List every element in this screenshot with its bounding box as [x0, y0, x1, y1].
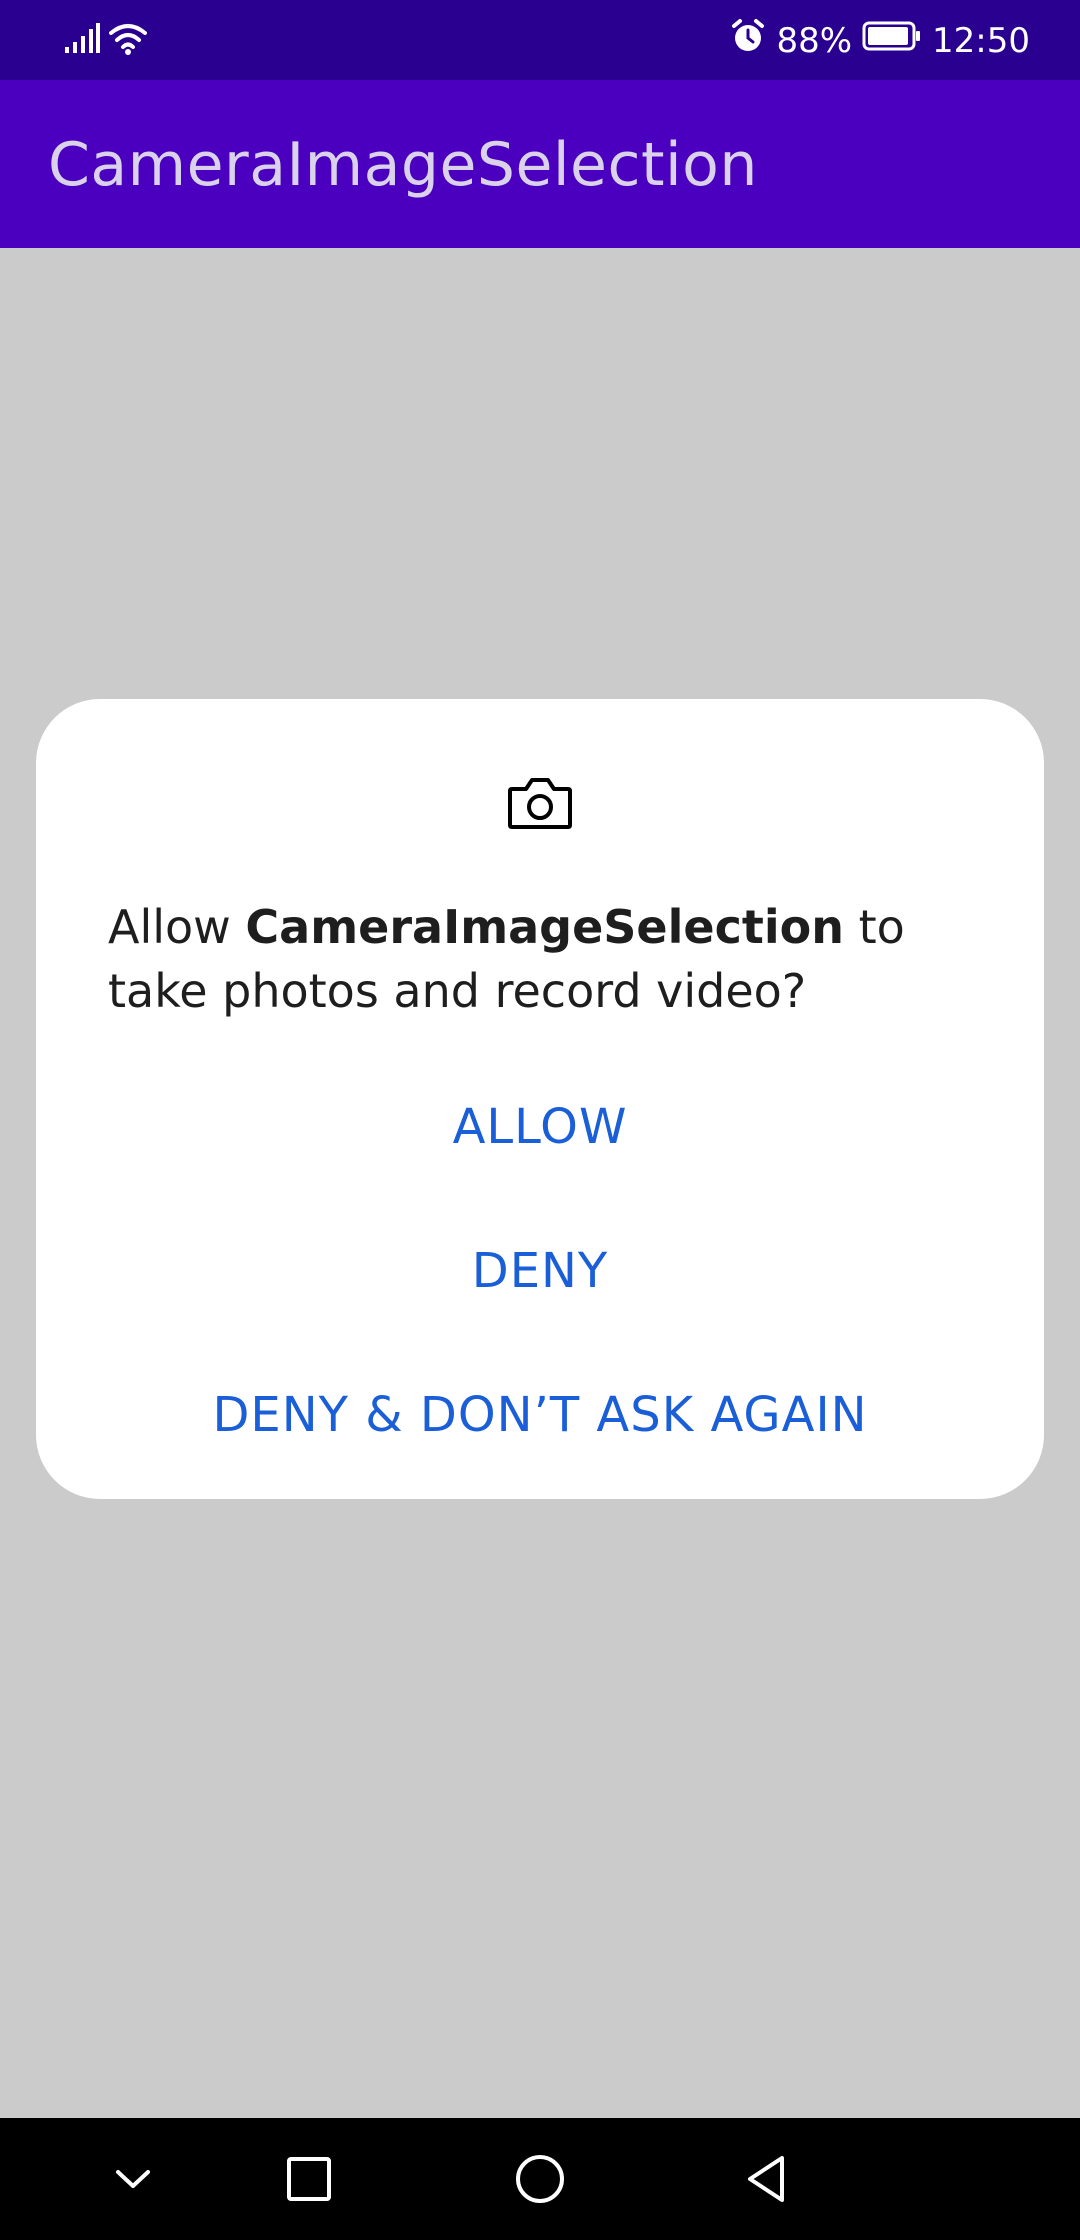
- down-chevron-icon[interactable]: [100, 2146, 166, 2212]
- clock: 12:50: [932, 20, 1030, 61]
- status-right: 88% 12:50: [730, 18, 1030, 63]
- status-left: [64, 22, 148, 60]
- camera-icon: [506, 775, 574, 831]
- app-bar: CameraImageSelection: [0, 80, 1080, 248]
- home-icon[interactable]: [507, 2146, 573, 2212]
- permission-message: Allow CameraImageSelection to take photo…: [108, 895, 988, 1023]
- permission-dialog: Allow CameraImageSelection to take photo…: [36, 699, 1044, 1499]
- wifi-icon: [108, 22, 148, 60]
- deny-button[interactable]: DENY: [36, 1243, 1044, 1299]
- alarm-icon: [730, 18, 766, 63]
- status-bar: 88% 12:50: [0, 0, 1080, 80]
- battery-icon: [862, 20, 922, 61]
- signal-icon: [64, 23, 100, 59]
- battery-percent: 88%: [776, 20, 853, 61]
- deny-dont-ask-again-button[interactable]: DENY & DON’T ASK AGAIN: [36, 1387, 1044, 1443]
- message-prefix: Allow: [108, 900, 246, 954]
- allow-button[interactable]: ALLOW: [36, 1099, 1044, 1155]
- app-title: CameraImageSelection: [48, 130, 758, 200]
- navigation-bar: [0, 2118, 1080, 2240]
- message-app-name: CameraImageSelection: [245, 900, 844, 954]
- recent-apps-icon[interactable]: [276, 2146, 342, 2212]
- back-icon[interactable]: [734, 2146, 800, 2212]
